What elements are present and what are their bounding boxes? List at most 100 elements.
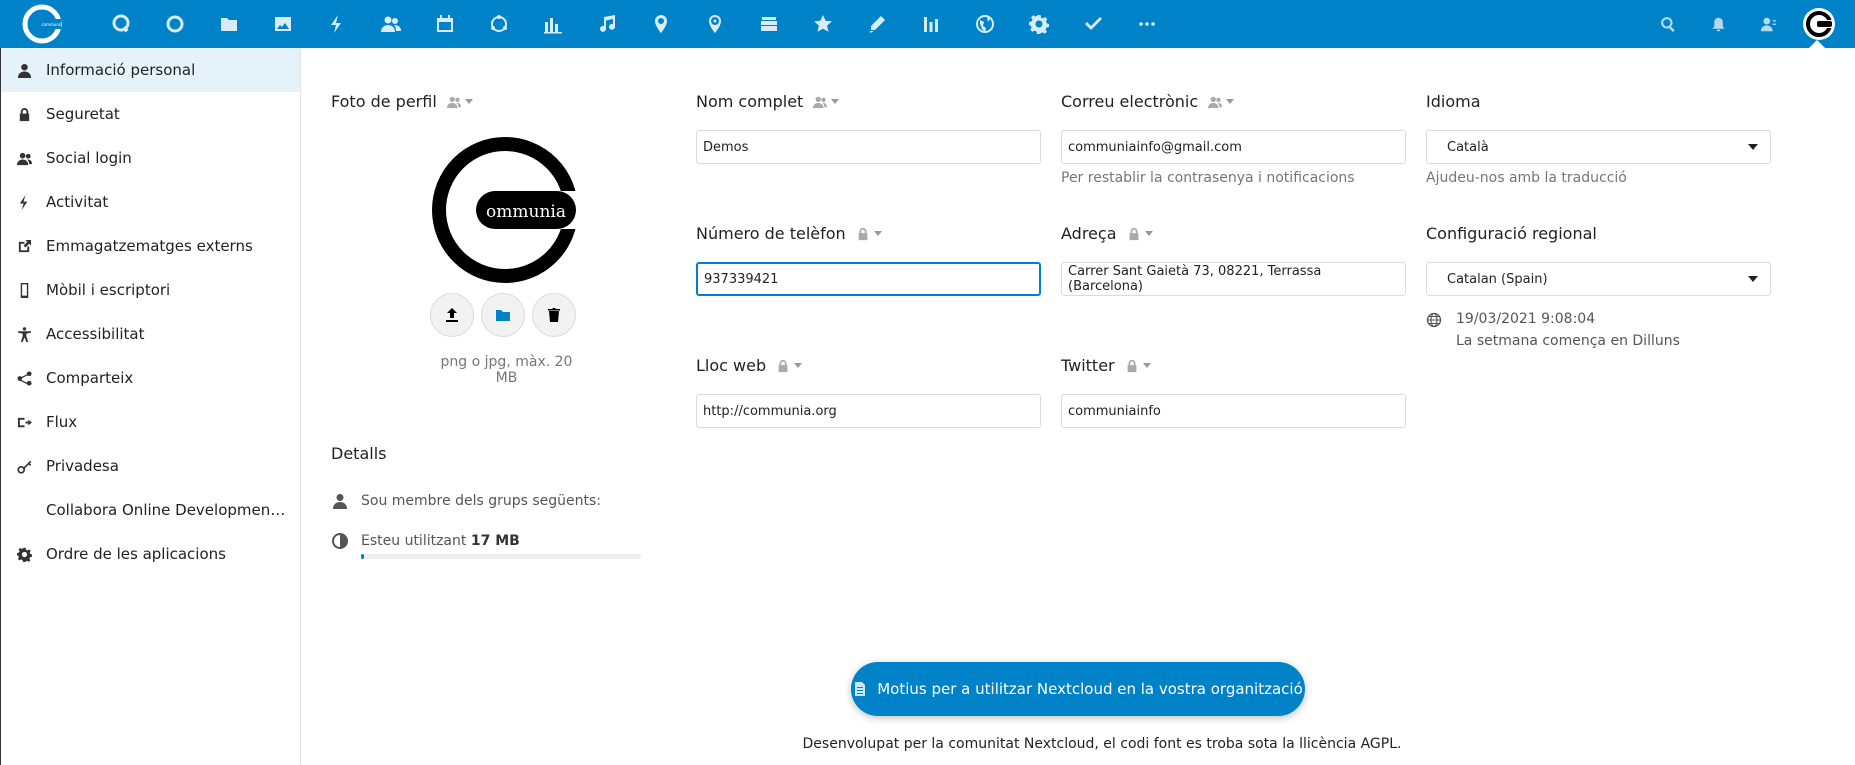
more-icon[interactable] <box>1120 0 1174 48</box>
settings-icon[interactable] <box>1012 0 1066 48</box>
sidebar-item-collabora[interactable]: Collabora Online Development E... <box>1 488 300 532</box>
sidebar-item-app-order[interactable]: Ordre de les aplicacions <box>1 532 300 576</box>
email-field[interactable]: communiainfo@gmail.com <box>1061 130 1406 164</box>
quota-prefix: Esteu utilitzant <box>361 533 467 549</box>
dashboard-icon[interactable] <box>94 0 148 48</box>
sidebar-item-label: Accessibilitat <box>46 325 145 343</box>
language-value: Català <box>1447 139 1489 155</box>
upload-photo-button[interactable] <box>430 293 474 337</box>
quota-bar <box>361 554 641 559</box>
locale-value: Catalan (Spain) <box>1447 271 1548 287</box>
quota-row: Esteu utilitzant 17 MB <box>332 533 520 549</box>
contacts-scope-icon[interactable] <box>813 95 828 109</box>
website-field[interactable]: http://communia.org <box>696 394 1041 428</box>
sidebar-item-social-login[interactable]: Social login <box>1 136 300 180</box>
quota-bar-fill <box>361 554 364 559</box>
scope-dropdown-caret[interactable] <box>831 99 840 104</box>
sync-icon[interactable] <box>472 0 526 48</box>
twitter-title: Twitter <box>1061 356 1151 375</box>
fullname-field[interactable]: Demos <box>696 130 1041 164</box>
circles-icon[interactable] <box>148 0 202 48</box>
contacts-scope-icon[interactable] <box>446 95 461 109</box>
notes-icon[interactable] <box>850 0 904 48</box>
sidebar-item-label: Informació personal <box>46 61 196 79</box>
locale-select[interactable]: Catalan (Spain) <box>1426 262 1771 296</box>
sidebar-item-personal-info[interactable]: Informació personal <box>1 48 300 92</box>
activity-icon <box>15 193 33 211</box>
website-title: Lloc web <box>696 356 803 375</box>
accessibility-icon <box>15 325 33 343</box>
groups-text: Sou membre dels grups següents: <box>361 493 601 509</box>
activity-icon[interactable] <box>310 0 364 48</box>
sidebar-item-label: Flux <box>46 413 78 431</box>
sidebar-item-privacy[interactable]: Privadesa <box>1 444 300 488</box>
sidebar-item-label: Social login <box>46 149 132 167</box>
stats-icon[interactable] <box>904 0 958 48</box>
phone-title: Número de telèfon <box>696 224 882 243</box>
calendar-icon[interactable] <box>418 0 472 48</box>
location-icon[interactable] <box>688 0 742 48</box>
address-field[interactable]: Carrer Sant Gaietà 73, 08221, Terrassa (… <box>1061 262 1406 296</box>
locale-week-start: La setmana comença en Dilluns <box>1456 333 1680 349</box>
external-icon <box>15 237 33 255</box>
contacts-icon[interactable] <box>364 0 418 48</box>
web-icon[interactable] <box>958 0 1012 48</box>
scope-dropdown-caret[interactable] <box>1142 363 1151 368</box>
contacts-menu-icon[interactable] <box>1743 0 1793 48</box>
scope-dropdown-caret[interactable] <box>1144 231 1153 236</box>
scope-dropdown-caret[interactable] <box>873 231 882 236</box>
share-icon <box>15 369 33 387</box>
lock-scope-icon[interactable] <box>776 359 790 373</box>
nextcloud-reasons-button[interactable]: Motius per a utilitzar Nextcloud en la v… <box>851 662 1305 716</box>
files-icon[interactable] <box>202 0 256 48</box>
top-header: communia <box>0 0 1855 48</box>
sidebar-item-flux[interactable]: Flux <box>1 400 300 444</box>
trash-icon <box>548 308 560 322</box>
photos-icon[interactable] <box>256 0 310 48</box>
notifications-icon[interactable] <box>1693 0 1743 48</box>
lock-scope-icon[interactable] <box>1125 359 1139 373</box>
contacts-scope-icon[interactable] <box>1208 95 1223 109</box>
lock-scope-icon[interactable] <box>1127 227 1141 241</box>
translation-help-link[interactable]: Ajudeu-nos amb la traducció <box>1426 170 1627 186</box>
locale-title: Configuració regional <box>1426 224 1597 243</box>
sidebar-item-label: Comparteix <box>46 369 134 387</box>
communia-logo[interactable]: communia <box>20 4 64 44</box>
deck-icon[interactable] <box>742 0 796 48</box>
scope-dropdown-caret[interactable] <box>464 99 473 104</box>
email-hint: Per restablir la contrasenya i notificac… <box>1061 170 1355 186</box>
tasks-icon[interactable] <box>1066 0 1120 48</box>
music-icon[interactable] <box>580 0 634 48</box>
sidebar-item-label: Collabora Online Development E... <box>46 501 286 519</box>
sidebar-item-label: Ordre de les aplicacions <box>46 545 226 563</box>
choose-from-files-button[interactable] <box>481 293 525 337</box>
scope-dropdown-caret[interactable] <box>1226 99 1235 104</box>
language-select[interactable]: Català <box>1426 130 1771 164</box>
profile-photo-label: Foto de perfil <box>331 92 437 111</box>
analytics-icon[interactable] <box>526 0 580 48</box>
photo-hint: png o jpg, màx. 20 MB <box>440 354 573 386</box>
scope-dropdown-caret[interactable] <box>794 363 803 368</box>
delete-photo-button[interactable] <box>532 293 576 337</box>
sidebar-item-security[interactable]: Seguretat <box>1 92 300 136</box>
maps-icon[interactable] <box>634 0 688 48</box>
footer-text: Desenvolupat per la comunitat Nextcloud,… <box>802 736 1402 752</box>
sidebar-item-sharing[interactable]: Comparteix <box>1 356 300 400</box>
twitter-field[interactable]: communiainfo <box>1061 394 1406 428</box>
photo-logo-text: ommunia <box>486 202 566 222</box>
key-icon <box>15 457 33 475</box>
sidebar-item-accessibility[interactable]: Accessibilitat <box>1 312 300 356</box>
sidebar-item-mobile-desktop[interactable]: Mòbil i escriptori <box>1 268 300 312</box>
favorites-icon[interactable] <box>796 0 850 48</box>
phone-field[interactable]: 937339421 <box>696 262 1041 296</box>
sidebar-item-activity[interactable]: Activitat <box>1 180 300 224</box>
sidebar-item-external-storage[interactable]: Emmagatzematges externs <box>1 224 300 268</box>
lock-scope-icon[interactable] <box>856 227 870 241</box>
search-icon[interactable] <box>1643 0 1693 48</box>
settings-sidebar: Informació personal Seguretat Social log… <box>0 48 301 765</box>
user-avatar[interactable] <box>1803 8 1835 40</box>
profile-photo: ommunia <box>430 135 585 285</box>
folder-icon <box>496 310 510 321</box>
upload-icon <box>446 308 458 322</box>
avatar-menu-caret <box>1809 40 1825 48</box>
